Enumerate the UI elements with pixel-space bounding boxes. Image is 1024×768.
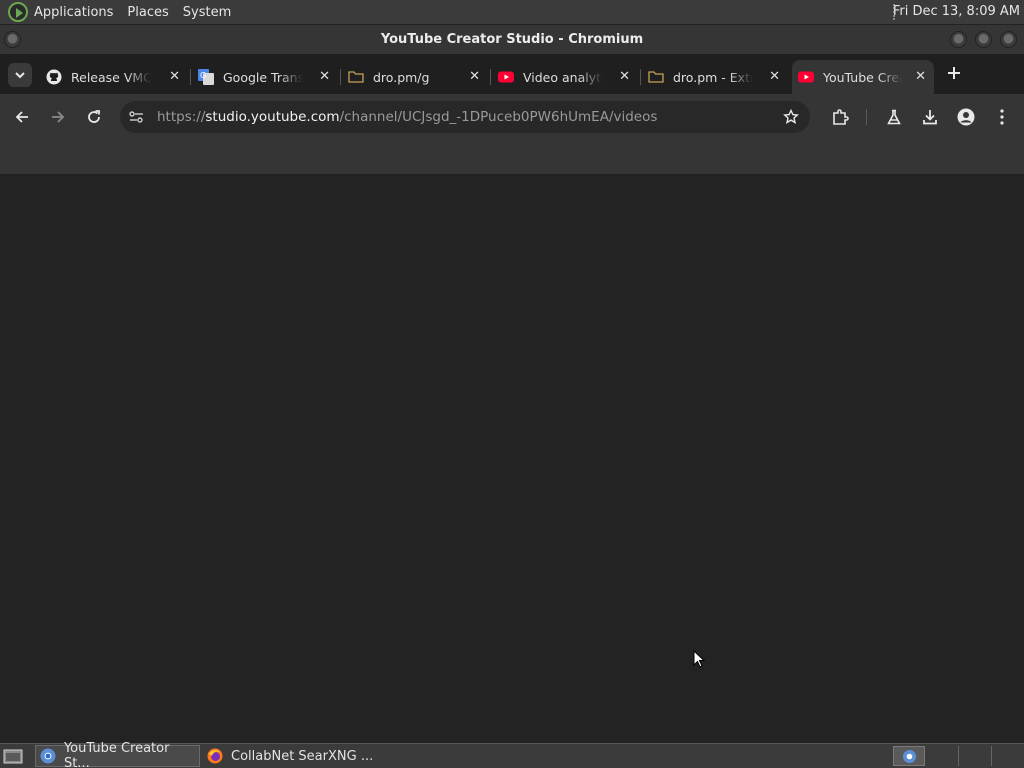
person-icon [957, 108, 975, 126]
chevron-down-icon [15, 72, 25, 79]
page-content-area[interactable] [0, 174, 1024, 743]
kebab-menu-icon [1000, 109, 1004, 125]
folder-icon [348, 71, 364, 83]
svg-text:G: G [200, 71, 206, 80]
labs-button[interactable] [883, 106, 905, 128]
taskbar-item-label: YouTube Creator St... [63, 741, 170, 768]
tab-search-button[interactable] [8, 63, 32, 87]
close-tab-icon[interactable]: ✕ [915, 69, 926, 84]
bookmark-bar [0, 140, 1024, 174]
taskbar-item-chromium[interactable]: YouTube Creator St... [35, 741, 200, 768]
menu-system[interactable]: System [183, 5, 231, 20]
close-tab-icon[interactable]: ✕ [619, 69, 630, 84]
new-tab-plus-icon[interactable] [947, 66, 961, 80]
tab-label: dro.pm/g [373, 69, 430, 85]
reload-icon [88, 110, 100, 123]
menu-button[interactable] [991, 106, 1013, 128]
tab-6-active[interactable]: YouTube Crea ✕ [792, 60, 934, 94]
reload-button[interactable] [83, 106, 105, 128]
puzzle-icon [833, 109, 849, 125]
youtube-studio-icon [798, 71, 814, 83]
site-info-icon[interactable] [129, 110, 144, 124]
folder-icon [648, 71, 664, 83]
close-window-button[interactable] [1000, 31, 1017, 48]
tab-label: YouTube Crea [823, 69, 903, 85]
mouse-pointer-icon [693, 650, 705, 668]
applications-logo-icon[interactable] [8, 2, 28, 22]
downloads-button[interactable] [919, 106, 941, 128]
tab-label: Google Trans [223, 69, 303, 85]
workspace-switcher[interactable] [893, 746, 925, 766]
maximize-button[interactable] [975, 31, 992, 48]
chromium-workspace-icon [902, 749, 917, 764]
tab-label: dro.pm - Extr [673, 69, 753, 85]
tab-label: Release VMQ [71, 69, 151, 85]
tab-label: Video analytic [523, 69, 603, 85]
url-host: studio.youtube.com [205, 109, 340, 125]
arrow-left-icon [15, 111, 28, 123]
forward-button[interactable] [47, 106, 69, 128]
close-tab-icon[interactable]: ✕ [319, 69, 330, 84]
url-text[interactable]: https://studio.youtube.com/channel/UCJsg… [157, 109, 657, 125]
window-title: YouTube Creator Studio - Chromium [380, 32, 644, 47]
google-translate-icon: G [198, 69, 214, 85]
url-scheme: https:// [157, 109, 206, 125]
profile-button[interactable] [955, 106, 977, 128]
taskbar-item-firefox[interactable]: CollabNet SearXNG ... [203, 745, 378, 767]
tab-2[interactable]: G Google Trans ✕ [190, 60, 338, 94]
window-titlebar[interactable]: YouTube Creator Studio - Chromium [0, 25, 1024, 54]
show-desktop-icon[interactable] [3, 747, 23, 765]
menu-places[interactable]: Places [127, 5, 168, 20]
workspace-divider [958, 746, 959, 766]
workspace-divider [991, 746, 992, 766]
download-icon [923, 110, 937, 125]
bottom-taskbar: YouTube Creator St... CollabNet SearXNG … [0, 741, 1024, 768]
url-path: /channel/UCJsgd_-1DPuceb0PW6hUmEA/videos [339, 109, 658, 125]
youtube-icon [498, 71, 514, 83]
tab-strip: Release VMQ ✕ G Google Trans ✕ dro.pm/g … [0, 54, 1024, 94]
close-tab-icon[interactable]: ✕ [169, 69, 180, 84]
chromium-icon [40, 748, 56, 764]
tab-1[interactable]: Release VMQ ✕ [40, 60, 188, 94]
address-bar[interactable]: https://studio.youtube.com/channel/UCJsg… [120, 101, 810, 133]
window-menu-button[interactable] [4, 31, 21, 48]
tab-4[interactable]: Video analytic ✕ [490, 60, 638, 94]
minimize-button[interactable] [950, 31, 967, 48]
back-button[interactable] [11, 106, 33, 128]
tab-3[interactable]: dro.pm/g ✕ [340, 60, 488, 94]
github-icon [46, 69, 62, 85]
top-panel: Applications Places System Fri Dec 13, 8… [0, 0, 1024, 24]
tab-5[interactable]: dro.pm - Extr ✕ [640, 60, 788, 94]
menu-applications[interactable]: Applications [34, 5, 113, 20]
clock[interactable]: Fri Dec 13, 8:09 AM [893, 4, 1020, 19]
extensions-button[interactable] [829, 106, 851, 128]
taskbar-item-label: CollabNet SearXNG ... [231, 748, 374, 764]
close-tab-icon[interactable]: ✕ [769, 69, 780, 84]
flask-icon [887, 109, 901, 125]
toolbar-divider [866, 109, 867, 125]
firefox-icon [207, 748, 223, 764]
bookmark-star-icon[interactable] [783, 109, 799, 125]
arrow-right-icon [52, 111, 65, 123]
close-tab-icon[interactable]: ✕ [469, 69, 480, 84]
